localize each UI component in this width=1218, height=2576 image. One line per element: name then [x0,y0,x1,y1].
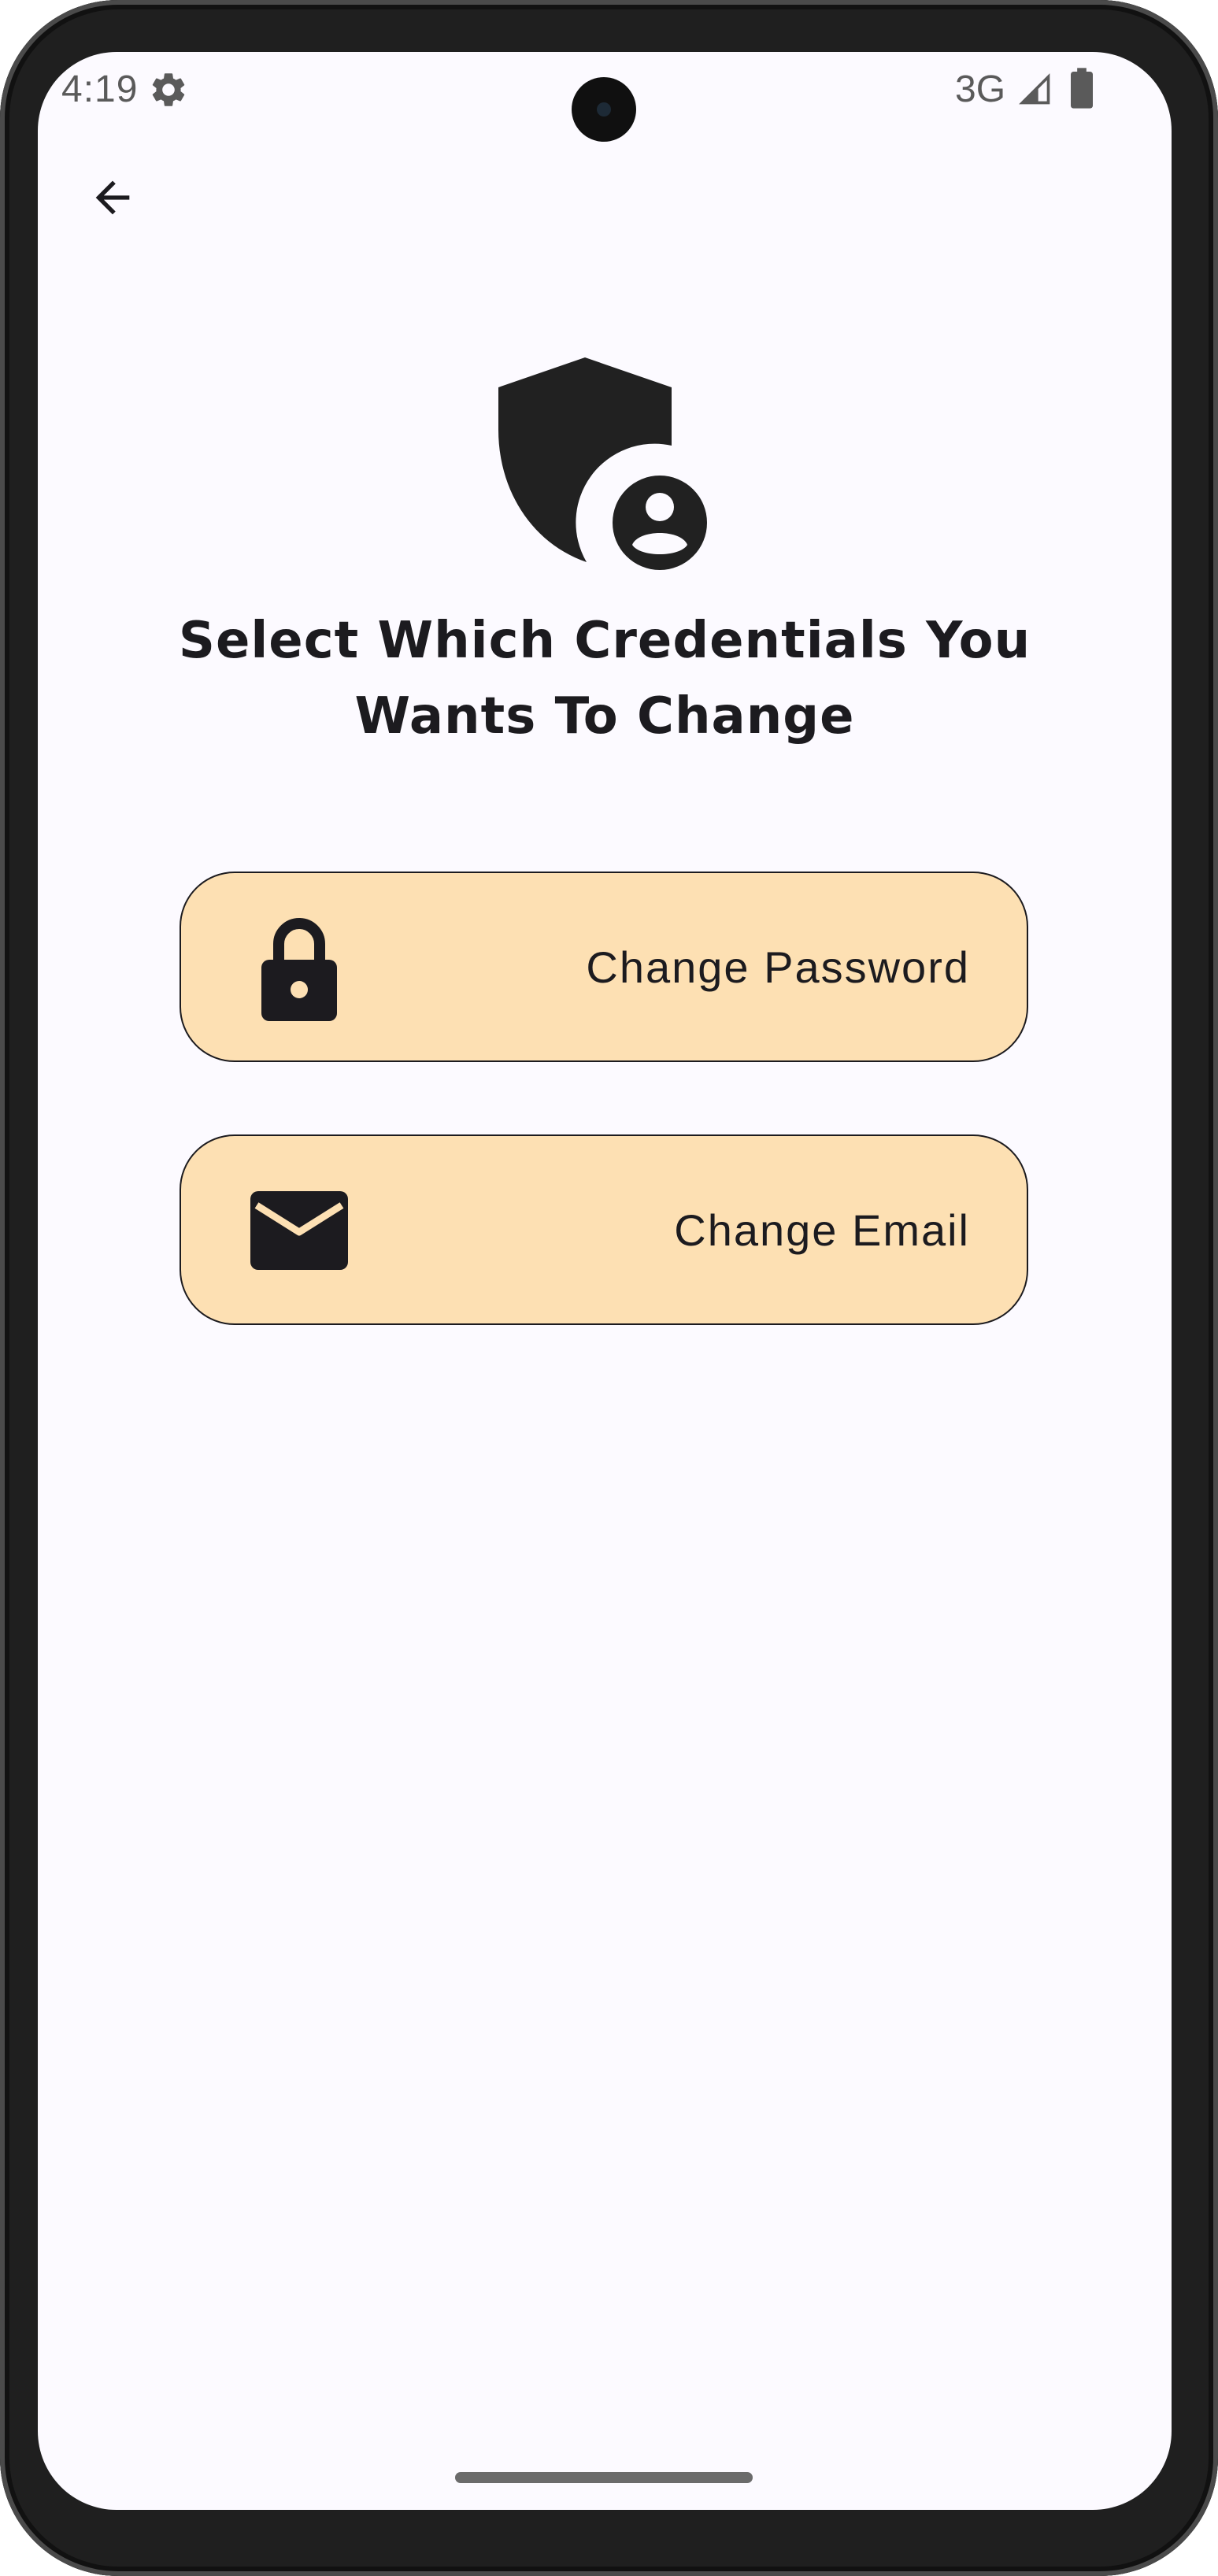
shield-account-icon [498,357,719,584]
gear-icon [152,73,185,106]
email-icon [250,1191,348,1270]
page-title: Select Which Credentials You Wants To Ch… [178,612,1031,746]
phone-frame: 4:19 3G Select Which Credentials You Wan… [0,0,1218,2576]
change-email-button[interactable]: Change Email [180,1134,1028,1325]
signal-icon [1019,73,1050,105]
app-screen: 4:19 3G Select Which Credentials You Wan… [38,52,1172,2510]
arrow-left-icon [95,180,130,215]
back-button[interactable] [69,154,156,241]
network-type: 3G [955,68,1006,110]
change-password-label: Change Password [586,942,970,992]
lock-icon [261,918,337,1021]
change-email-label: Change Email [674,1205,970,1255]
change-password-button[interactable]: Change Password [180,872,1028,1062]
status-time: 4:19 [61,68,139,110]
front-camera [572,77,636,142]
battery-icon [1071,68,1093,109]
home-indicator[interactable] [455,2472,753,2483]
